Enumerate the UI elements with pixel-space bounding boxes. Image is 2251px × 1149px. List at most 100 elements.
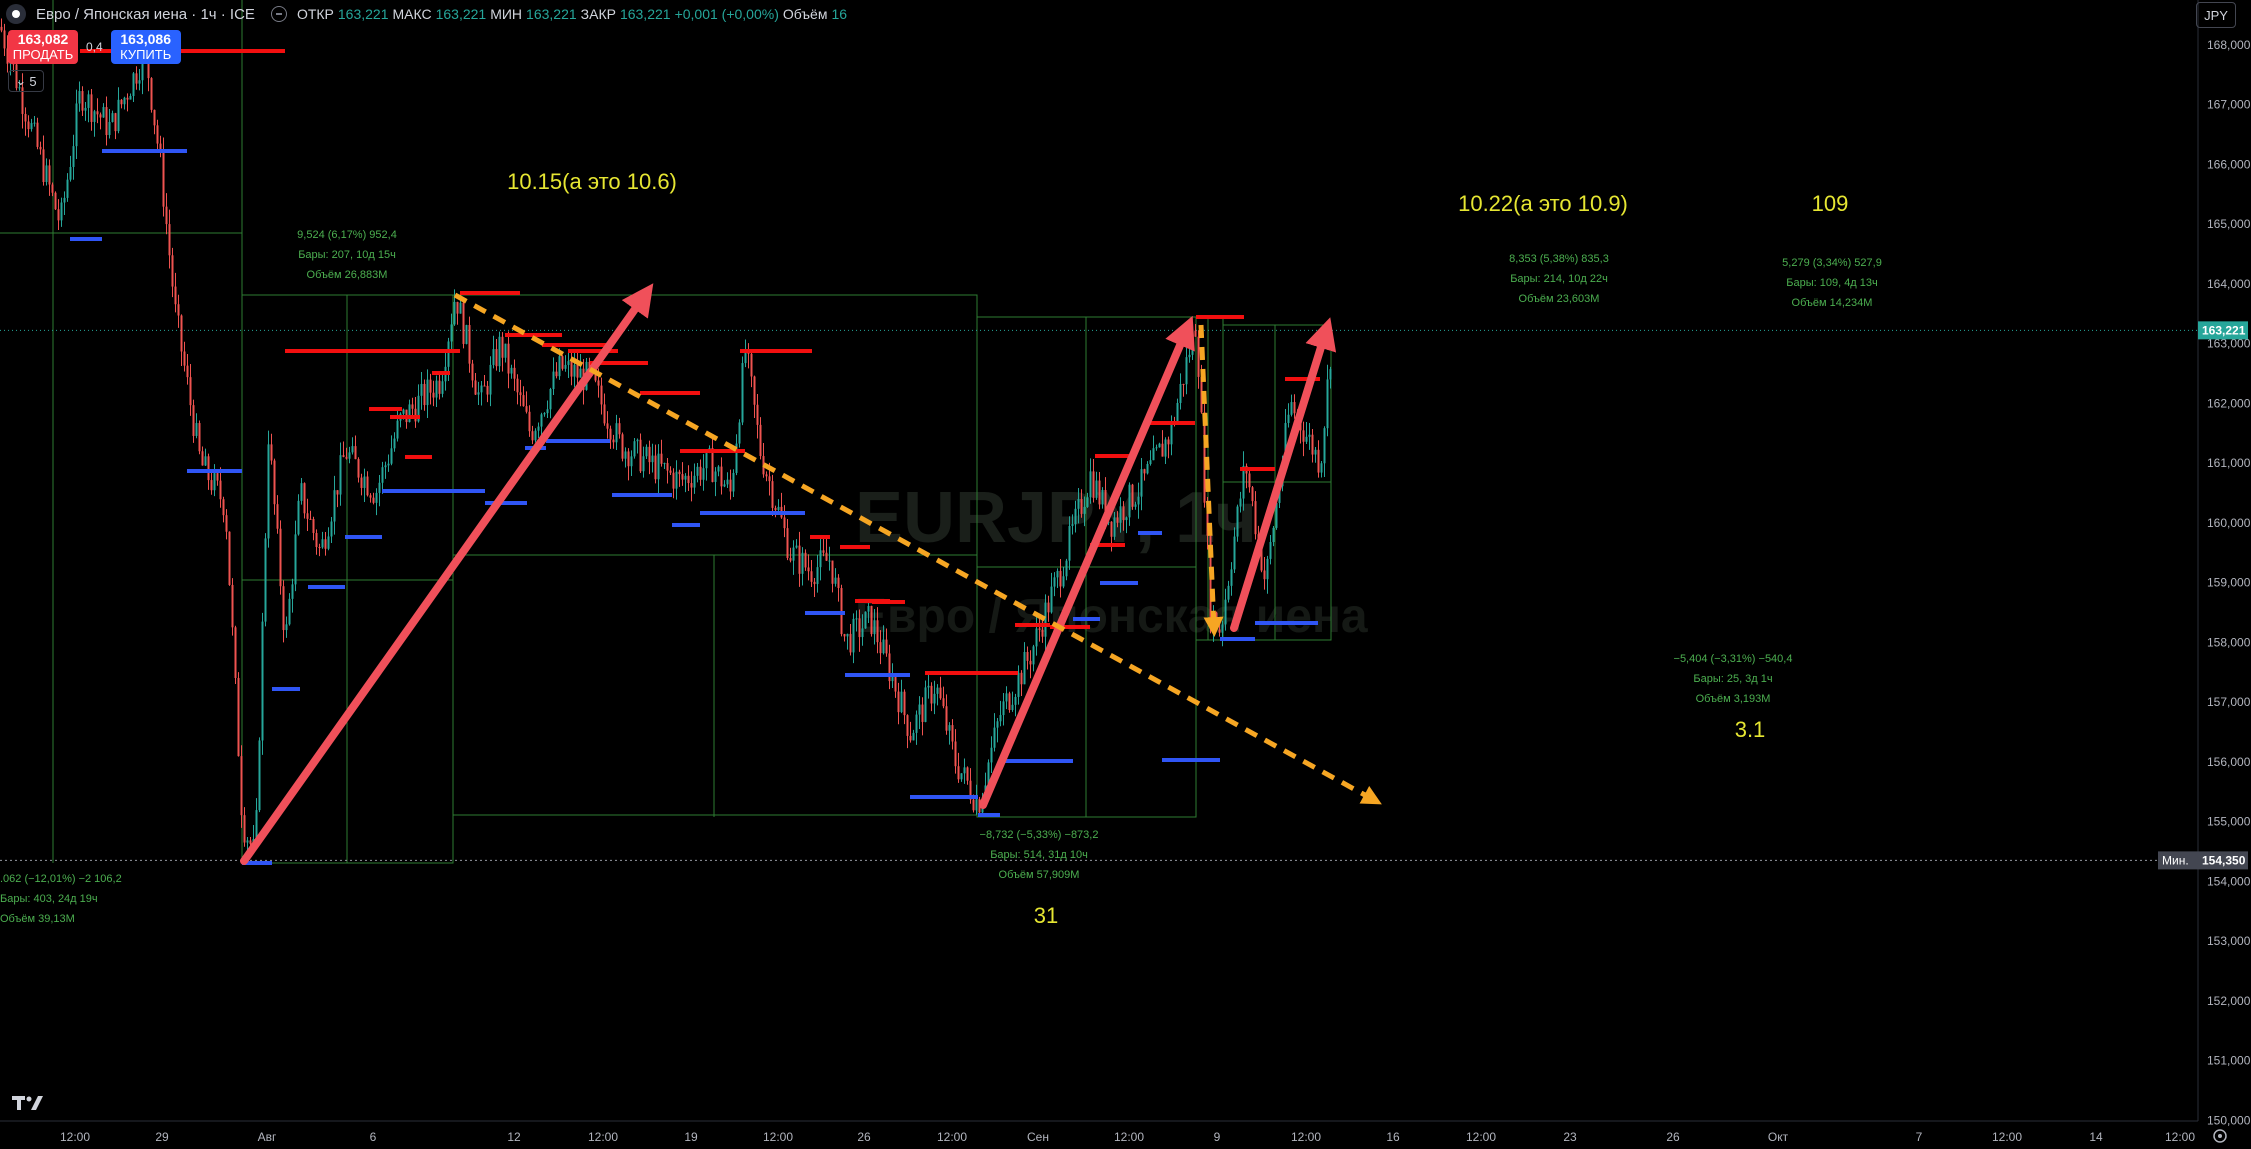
- candle-body: [390, 448, 393, 464]
- candle-body: [1005, 693, 1008, 702]
- measure-text: −8,732 (−5,33%) −873,2: [980, 829, 1099, 841]
- candle-body: [786, 528, 789, 559]
- candle-body: [993, 727, 996, 748]
- candle-body: [684, 475, 687, 480]
- measure-text: 8,353 (5,38%) 835,3: [1509, 253, 1609, 265]
- price-chart[interactable]: EURJPY, 1ч Евро / Японская иена .062 (−12,…: [0, 0, 2251, 1149]
- chart-background: EURJPY, 1ч Евро / Японская иена: [0, 0, 2251, 1149]
- candle-body: [1068, 525, 1071, 561]
- candle-body: [759, 424, 762, 457]
- candle-body: [156, 125, 159, 144]
- candle-body: [852, 618, 855, 653]
- annotation-text: 3.1: [1735, 717, 1766, 742]
- candle-body: [564, 364, 567, 369]
- price-tick: 168,000: [2207, 38, 2251, 52]
- currency-button[interactable]: JPY: [2196, 2, 2236, 28]
- candle-body: [807, 567, 810, 572]
- buy-price: 163,086: [120, 31, 171, 47]
- candle-body: [918, 704, 921, 715]
- candle-body: [1191, 330, 1194, 355]
- candle-body: [576, 364, 579, 378]
- candle-body: [225, 515, 228, 532]
- candle-body: [1149, 460, 1152, 465]
- candle-body: [48, 165, 51, 185]
- candle-body: [936, 687, 939, 694]
- candle-body: [939, 687, 942, 699]
- measure-text: 5,279 (3,34%) 527,9: [1782, 257, 1882, 269]
- candle-body: [1035, 628, 1038, 647]
- candle-body: [177, 304, 180, 316]
- candle-body: [1056, 570, 1059, 578]
- candle-body: [894, 676, 897, 692]
- candle-body: [393, 438, 396, 449]
- candle-body: [267, 444, 270, 539]
- measure-text: Бары: 214, 10д 22ч: [1510, 273, 1608, 285]
- candle-body: [210, 480, 213, 491]
- sell-button[interactable]: 163,082 ПРОДАТЬ: [8, 30, 78, 64]
- candle-body: [795, 545, 798, 548]
- gear-icon[interactable]: [2212, 1128, 2228, 1149]
- candle-body: [948, 725, 951, 731]
- candle-body: [990, 747, 993, 763]
- candle-body: [1194, 330, 1197, 337]
- candle-body: [693, 475, 696, 488]
- candle-body: [1032, 646, 1035, 665]
- candle-body: [972, 799, 975, 811]
- candle-body: [891, 676, 894, 682]
- candle-body: [324, 539, 327, 549]
- candle-body: [333, 490, 336, 522]
- candle-body: [234, 627, 237, 679]
- candle-body: [363, 476, 366, 488]
- measure-text: Объём 57,909M: [999, 869, 1080, 881]
- candle-body: [543, 413, 546, 415]
- candle-body: [561, 356, 564, 369]
- time-tick: 12: [507, 1130, 521, 1144]
- trade-buttons: 163,082 ПРОДАТЬ 0,4 163,086 КУПИТЬ: [8, 30, 181, 64]
- candle-body: [108, 121, 111, 136]
- candle-body: [384, 465, 387, 468]
- candle-body: [192, 405, 195, 436]
- candle-body: [546, 409, 549, 414]
- time-tick: 7: [1916, 1130, 1923, 1144]
- candle-body: [1314, 449, 1317, 455]
- price-tick: 162,000: [2207, 396, 2251, 410]
- candle-body: [423, 383, 426, 406]
- candle-body: [1155, 447, 1158, 449]
- volume-value: 16: [831, 6, 848, 22]
- candle-body: [660, 453, 663, 464]
- candle-body: [381, 467, 384, 483]
- price-tick: 166,000: [2207, 157, 2251, 171]
- symbol-title[interactable]: Евро / Японская иена · 1ч · ICE: [36, 6, 255, 23]
- candle-body: [930, 685, 933, 704]
- indicators-toggle-button[interactable]: ⌄ 5: [8, 70, 44, 92]
- candle-body: [558, 356, 561, 377]
- candle-body: [1164, 439, 1167, 457]
- tradingview-logo[interactable]: [12, 1092, 46, 1117]
- candle-body: [138, 80, 141, 84]
- candle-body: [657, 453, 660, 480]
- candle-body: [1038, 628, 1041, 630]
- candle-body: [462, 302, 465, 344]
- chevron-down-icon: ⌄: [15, 73, 27, 88]
- candle-body: [168, 224, 171, 256]
- candle-body: [1254, 501, 1257, 535]
- candle-body: [486, 385, 489, 395]
- candle-body: [498, 336, 501, 367]
- candle-body: [111, 113, 114, 122]
- candle-body: [696, 466, 699, 476]
- candle-body: [510, 367, 513, 374]
- buy-button[interactable]: 163,086 КУПИТЬ: [110, 30, 181, 64]
- candle-body: [531, 431, 534, 441]
- candle-body: [1029, 660, 1032, 665]
- candle-body: [75, 103, 78, 147]
- market-status-icon[interactable]: [270, 6, 287, 22]
- candle-body: [279, 528, 282, 587]
- candle-body: [264, 538, 267, 622]
- candle-body: [1146, 464, 1149, 474]
- candle-body: [1095, 480, 1098, 498]
- candle-body: [618, 423, 621, 435]
- price-tick: 161,000: [2207, 456, 2251, 470]
- candle-body: [750, 353, 753, 377]
- candle-body: [846, 633, 849, 637]
- candle-body: [927, 685, 930, 688]
